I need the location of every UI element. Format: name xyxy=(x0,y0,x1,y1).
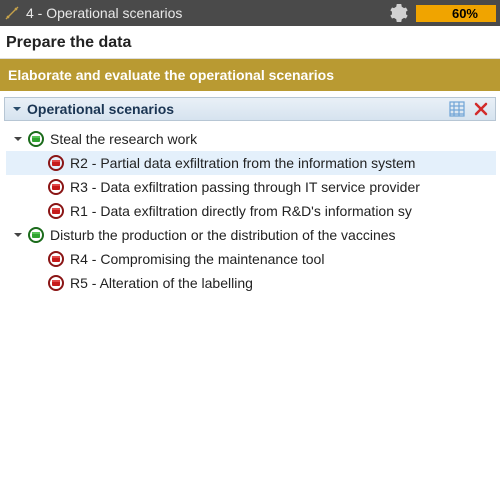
risk-icon xyxy=(48,155,64,171)
workshop-icon xyxy=(4,5,20,21)
tree-item[interactable]: R5 - Alteration of the labelling xyxy=(6,271,496,295)
chevron-down-icon[interactable] xyxy=(12,229,24,241)
tree-item[interactable]: R1 - Data exfiltration directly from R&D… xyxy=(6,199,496,223)
folder-icon xyxy=(28,131,44,147)
tree-label: R1 - Data exfiltration directly from R&D… xyxy=(70,203,412,219)
tree-label: R5 - Alteration of the labelling xyxy=(70,275,253,291)
tree-item[interactable]: R3 - Data exfiltration passing through I… xyxy=(6,175,496,199)
tree-label: R4 - Compromising the maintenance tool xyxy=(70,251,324,267)
tree-item[interactable]: R4 - Compromising the maintenance tool xyxy=(6,247,496,271)
chevron-down-icon xyxy=(11,103,23,115)
progress-indicator: 60% xyxy=(416,5,496,22)
close-icon[interactable] xyxy=(473,101,489,117)
risk-icon xyxy=(48,251,64,267)
tree-label: Disturb the production or the distributi… xyxy=(50,227,396,243)
tree-label: R3 - Data exfiltration passing through I… xyxy=(70,179,420,195)
instruction-banner: Elaborate and evaluate the operational s… xyxy=(0,59,500,91)
gear-icon[interactable] xyxy=(390,4,408,22)
grid-icon[interactable] xyxy=(449,101,465,117)
risk-icon xyxy=(48,203,64,219)
workshop-title: 4 - Operational scenarios xyxy=(26,5,182,21)
tree-parent[interactable]: Steal the research work xyxy=(6,127,496,151)
top-bar: 4 - Operational scenarios 60% xyxy=(0,0,500,26)
tree-label: Steal the research work xyxy=(50,131,197,147)
tree-parent[interactable]: Disturb the production or the distributi… xyxy=(6,223,496,247)
chevron-down-icon[interactable] xyxy=(12,133,24,145)
risk-icon xyxy=(48,275,64,291)
tree-view: Steal the research work R2 - Partial dat… xyxy=(0,121,500,299)
tree-item[interactable]: R2 - Partial data exfiltration from the … xyxy=(6,151,496,175)
panel-header[interactable]: Operational scenarios xyxy=(4,97,496,121)
page-title: Prepare the data xyxy=(0,26,500,59)
tree-label: R2 - Partial data exfiltration from the … xyxy=(70,155,415,171)
folder-icon xyxy=(28,227,44,243)
panel-title: Operational scenarios xyxy=(27,101,449,117)
risk-icon xyxy=(48,179,64,195)
